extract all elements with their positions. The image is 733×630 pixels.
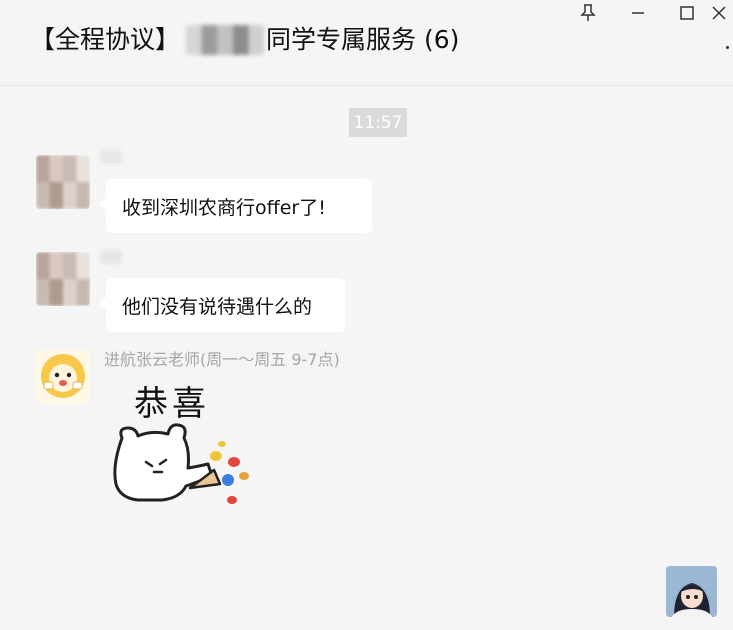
message-bubble[interactable]: 他们没有说待遇什么的 <box>99 278 345 332</box>
close-icon <box>712 6 726 20</box>
more-icon[interactable] <box>726 46 729 49</box>
message-text: 他们没有说待遇什么的 <box>122 295 313 318</box>
anime-girl-avatar-icon <box>666 566 717 617</box>
pin-button[interactable] <box>570 0 606 26</box>
lion-avatar-icon <box>41 354 85 398</box>
maximize-icon <box>680 6 694 20</box>
minimize-button[interactable] <box>620 0 656 26</box>
minimize-icon <box>632 12 644 14</box>
chat-title-prefix: 【全程协议】 <box>30 25 181 54</box>
avatar-image <box>36 155 90 209</box>
teacher-avatar[interactable] <box>36 350 90 404</box>
congrats-sticker[interactable]: 恭喜 <box>104 376 264 526</box>
avatar-image <box>36 252 90 306</box>
close-button[interactable] <box>712 0 733 26</box>
my-avatar[interactable] <box>666 566 717 617</box>
redacted-sender-name <box>100 150 122 164</box>
maximize-button[interactable] <box>669 0 705 26</box>
redacted-name <box>186 25 265 55</box>
message-bubble[interactable]: 收到深圳农商行offer了! <box>99 179 372 233</box>
cat-with-party-popper-icon <box>113 423 249 504</box>
chat-header: 【全程协议】 同学专属服务 (6) <box>0 0 733 86</box>
redacted-sender-name <box>100 250 122 264</box>
avatar[interactable] <box>36 252 90 306</box>
avatar[interactable] <box>36 155 90 209</box>
chat-title: 【全程协议】 同学专属服务 (6) <box>30 22 459 58</box>
message-text: 收到深圳农商行offer了! <box>122 196 326 219</box>
teacher-name: 进航张云老师(周一～周五 9-7点) <box>104 350 340 369</box>
pin-icon <box>580 4 596 21</box>
chat-title-suffix: 同学专属服务 (6) <box>266 25 460 54</box>
message-timestamp: 11:57 <box>349 108 407 137</box>
